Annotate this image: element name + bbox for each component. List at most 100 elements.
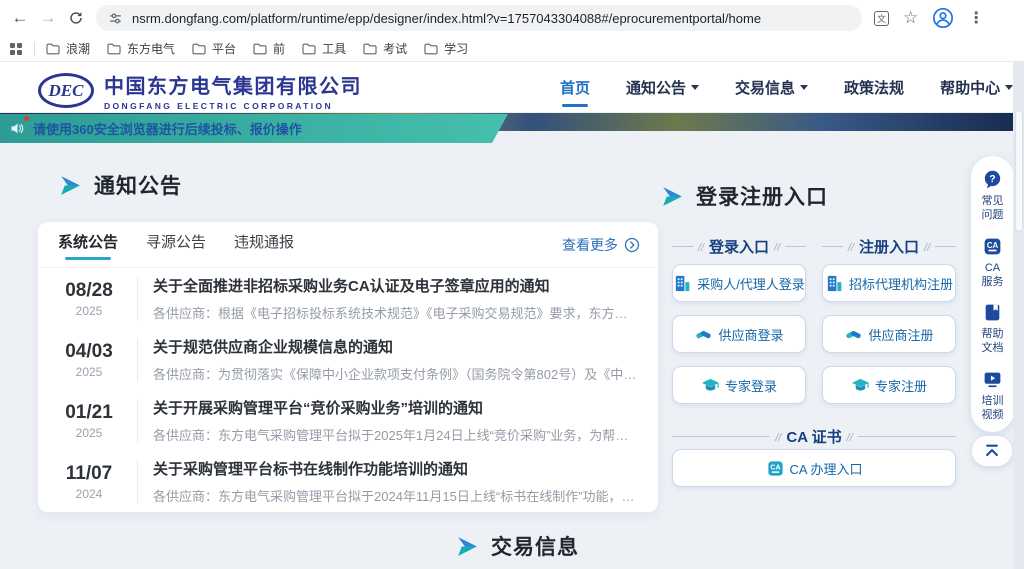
dec-logo-icon: DEC	[38, 73, 94, 108]
bookmark-folder-pingtai[interactable]: 平台	[191, 40, 236, 57]
nav-label: 首页	[560, 77, 590, 98]
quickbar-label: CA 服务	[982, 261, 1004, 290]
bookmark-label: 浪潮	[66, 40, 90, 57]
notice-month-day: 08/28	[56, 280, 122, 302]
svg-text:CA: CA	[770, 463, 780, 471]
notice-year: 2025	[56, 426, 122, 440]
notice-summary: 各供应商：为贯彻落实《保障中小企业款项支付条例》（国务院令第802号）及《中小企…	[153, 364, 640, 383]
notice-list-item[interactable]: 08/28 2025 关于全面推进非招标采购业务CA认证及电子签章应用的通知 各…	[38, 268, 658, 329]
ribbon-text: 请使用360安全浏览器进行后续投标、报价操作	[33, 119, 302, 138]
handshake-icon	[694, 325, 713, 344]
notice-title[interactable]: 关于开展采购管理平台“竞价采购业务”培训的通知	[153, 397, 640, 418]
notice-title[interactable]: 关于全面推进非招标采购业务CA认证及电子签章应用的通知	[153, 275, 640, 296]
ca-service-quick-item[interactable]: CA CA 服务	[982, 236, 1004, 290]
back-to-top-button[interactable]	[972, 436, 1012, 466]
company-name-zh: 中国东方电气集团有限公司	[104, 70, 362, 99]
notice-month-day: 04/03	[56, 341, 122, 363]
divider	[34, 42, 35, 56]
site-settings-icon[interactable]	[108, 11, 123, 26]
svg-text:?: ?	[989, 173, 995, 185]
notice-summary: 各供应商：东方电气采购管理平台拟于2025年1月24日上线“竞价采购”业务，为帮…	[153, 425, 640, 444]
login-register-group-headers: 登录入口 注册入口	[672, 236, 956, 257]
notice-year: 2024	[56, 487, 122, 501]
bookmark-folder-gongju[interactable]: 工具	[301, 40, 346, 57]
nav-item-notices[interactable]: 通知公告	[626, 77, 699, 98]
button-label: 采购人/代理人登录	[697, 274, 805, 293]
button-label: 招标代理机构注册	[849, 274, 953, 293]
help-doc-icon	[982, 302, 1003, 323]
expert-register-button[interactable]: 专家注册	[822, 366, 956, 404]
supplier-login-button[interactable]: 供应商登录	[672, 315, 806, 353]
reload-button[interactable]	[62, 4, 90, 32]
bookmark-folder-dongfang[interactable]: 东方电气	[106, 40, 175, 57]
nav-item-home[interactable]: 首页	[560, 77, 590, 98]
view-more-link[interactable]: 查看更多	[562, 235, 640, 255]
bookmark-label: 前	[273, 40, 285, 57]
tab-violation-reports[interactable]: 违规通报	[234, 227, 294, 262]
notices-tabs: 系统公告 寻源公告 违规通报 查看更多	[38, 222, 658, 268]
notices-card: 系统公告 寻源公告 违规通报 查看更多 08/28 2025 关于全面推进非招标…	[38, 222, 658, 512]
notice-summary: 各供应商：根据《电子招标投标系统技术规范》《电子采购交易规范》要求，东方电气采购…	[153, 303, 640, 322]
bookmark-folder-qian[interactable]: 前	[252, 40, 285, 57]
address-bar[interactable]: nsrm.dongfang.com/platform/runtime/epp/d…	[96, 5, 862, 31]
help-doc-quick-item[interactable]: 帮助 文档	[982, 302, 1004, 356]
quickbar-label: 常见 问题	[982, 194, 1004, 223]
profile-avatar-icon[interactable]	[932, 7, 954, 29]
notice-list-item[interactable]: 11/07 2024 关于采购管理平台标书在线制作功能培训的通知 各供应商：东方…	[38, 451, 658, 512]
forward-button[interactable]: →	[34, 4, 62, 32]
notice-title[interactable]: 关于采购管理平台标书在线制作功能培训的通知	[153, 458, 640, 479]
circle-chevron-right-icon	[624, 237, 640, 253]
bookmark-folder-langchao[interactable]: 浪潮	[45, 40, 90, 57]
chevron-down-icon	[691, 85, 699, 94]
expert-login-button[interactable]: 专家登录	[672, 366, 806, 404]
tab-sourcing-notices[interactable]: 寻源公告	[146, 227, 206, 262]
nav-item-policies[interactable]: 政策法规	[844, 77, 904, 98]
bookmark-star-icon[interactable]: ☆	[903, 8, 918, 28]
divider	[935, 246, 956, 247]
training-video-quick-item[interactable]: 培训 视频	[982, 369, 1004, 423]
page-scrollbar[interactable]	[1013, 62, 1024, 569]
ca-badge-icon: CA	[982, 236, 1003, 257]
svg-text:CA: CA	[987, 240, 999, 249]
bookmark-folder-kaoshi[interactable]: 考试	[362, 40, 407, 57]
bookmark-folder-xuexi[interactable]: 学习	[423, 40, 468, 57]
company-logo[interactable]: DEC 中国东方电气集团有限公司 DONGFANG ELECTRIC CORPO…	[38, 70, 362, 111]
alert-dot	[24, 116, 29, 121]
ca-entry-button[interactable]: CA CA 办理入口	[672, 449, 956, 487]
purchaser-agent-login-button[interactable]: 采购人/代理人登录	[672, 264, 806, 302]
notice-date: 11/07 2024	[56, 463, 122, 501]
nav-item-help-center[interactable]: 帮助中心	[940, 77, 1013, 98]
supplier-register-button[interactable]: 供应商注册	[822, 315, 956, 353]
bookmark-label: 考试	[383, 40, 407, 57]
trade-section-heading: 交易信息	[455, 531, 579, 561]
bookmark-label: 学习	[444, 40, 468, 57]
browser-menu-icon[interactable]: ⋮	[968, 8, 984, 28]
button-label: 专家登录	[725, 376, 777, 395]
tab-system-notices[interactable]: 系统公告	[58, 227, 118, 262]
notice-list-item[interactable]: 01/21 2025 关于开展采购管理平台“竞价采购业务”培训的通知 各供应商：…	[38, 390, 658, 451]
faq-quick-item[interactable]: ? 常见 问题	[982, 169, 1004, 223]
login-register-buttons: 采购人/代理人登录 招标代理机构注册 供应商登录 供应商注册 专家登录	[672, 264, 956, 404]
folder-icon	[191, 41, 207, 57]
register-group-label: 注册入口	[859, 236, 919, 257]
notice-month-day: 01/21	[56, 402, 122, 424]
scrollbar-thumb[interactable]	[1015, 110, 1023, 232]
login-section-heading: 登录注册入口	[660, 181, 828, 211]
graduation-cap-icon	[701, 376, 720, 395]
nav-item-trade-info[interactable]: 交易信息	[735, 77, 808, 98]
folder-icon	[106, 41, 122, 57]
notice-list-item[interactable]: 04/03 2025 关于规范供应商企业规模信息的通知 各供应商：为贯彻落实《保…	[38, 329, 658, 390]
apps-grid-icon[interactable]	[10, 43, 22, 55]
notice-title[interactable]: 关于规范供应商企业规模信息的通知	[153, 336, 640, 357]
divider	[785, 246, 806, 247]
ca-badge-icon: CA	[766, 459, 785, 478]
bookmarks-bar: 浪潮 东方电气 平台 前 工具 考试 学习	[0, 36, 1024, 62]
back-to-top-icon	[983, 443, 1001, 459]
back-button[interactable]: ←	[6, 4, 34, 32]
translate-icon[interactable]: 文	[874, 11, 889, 26]
bidding-agency-register-button[interactable]: 招标代理机构注册	[822, 264, 956, 302]
divider	[137, 460, 138, 504]
notice-date: 08/28 2025	[56, 280, 122, 318]
section-title: 登录注册入口	[696, 181, 828, 211]
slash-ornament	[693, 238, 709, 256]
